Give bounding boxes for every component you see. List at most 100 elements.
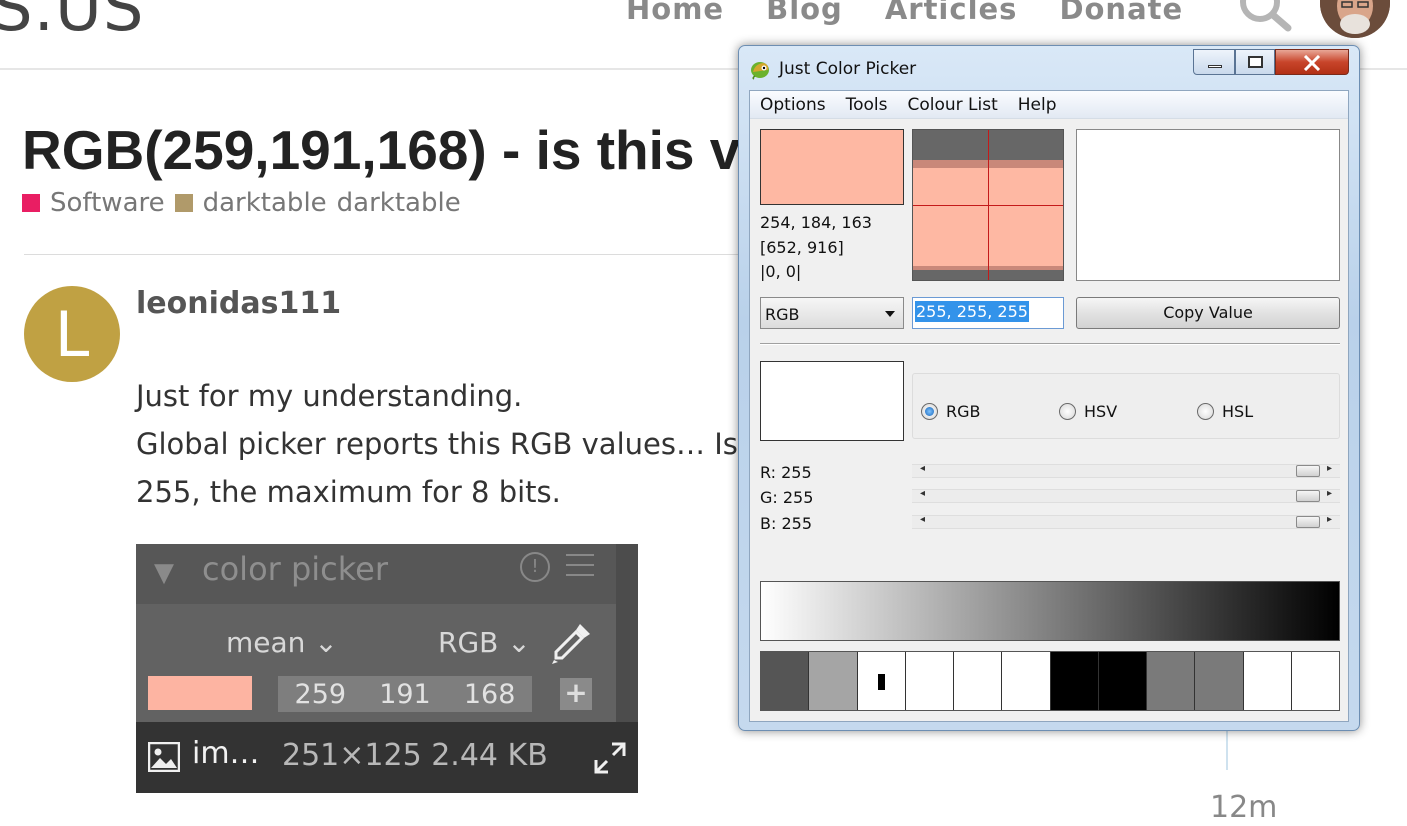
palette-swatch[interactable] [1002,652,1051,710]
color-format-value: RGB [765,305,800,324]
magnifier-view [912,129,1064,281]
large-color-preview [1076,129,1340,281]
chevron-down-icon [885,311,895,317]
chameleon-app-icon [751,62,769,80]
category-software[interactable]: Software [22,188,165,218]
post-line: Just for my understanding. [136,379,523,413]
picked-color-swatch [760,129,904,205]
post-body: Just for my understanding. Global picker… [136,372,738,516]
nav-home[interactable]: Home [626,0,724,26]
dt-value-b: 168 [463,678,516,710]
color-picker-window[interactable]: Just Color Picker Options Tools Colour L… [738,45,1360,731]
menu-options[interactable]: Options [760,95,826,115]
dt-mode: mean ⌄ [226,626,338,659]
category-darktable[interactable]: darktable [174,188,327,218]
category-label: darktable [202,188,327,218]
slider-b[interactable]: ◂ ▸ [912,514,1340,529]
maximize-button[interactable] [1235,49,1275,75]
radio-dot [921,403,938,420]
tag-darktable[interactable]: darktable [337,188,461,218]
post-username[interactable]: leonidas111 [136,286,341,321]
editor-color-preview [760,361,904,441]
category-color-box [22,194,40,212]
slider-thumb[interactable] [1296,516,1320,528]
palette-swatch[interactable] [905,652,954,710]
radio-dot [1059,403,1076,420]
radio-label: RGB [946,402,981,421]
palette-swatch[interactable] [954,652,1003,710]
separator [760,343,1340,345]
palette-swatch[interactable] [1050,652,1099,710]
cursor-position-text: [652, 916] [760,237,844,257]
image-meta: 251×125 2.44 KB [282,738,548,773]
post-divider [24,254,744,255]
radio-dot [1197,403,1214,420]
menu-help[interactable]: Help [1018,95,1057,115]
palette-swatch[interactable] [857,652,906,710]
search-icon[interactable] [1236,0,1292,32]
expand-icon[interactable] [594,742,626,774]
color-value-field[interactable]: 255, 255, 255 [912,297,1064,329]
palette-swatch[interactable] [761,652,810,710]
top-nav: Home Blog Articles Donate [626,0,1183,26]
arrow-left-icon[interactable]: ◂ [920,463,925,474]
arrow-right-icon[interactable]: ▸ [1327,463,1332,474]
slider-b-label: B: 255 [760,514,812,533]
copy-value-button[interactable]: Copy Value [1076,297,1340,329]
user-avatar[interactable] [1320,0,1390,38]
color-value-text: 255, 255, 255 [915,301,1029,322]
dt-color-swatch [148,676,252,710]
post-image[interactable]: ▼ color picker ! mean ⌄ RGB ⌄ 259 191 16… [136,544,638,793]
slider-b-row: B: 255 ◂ ▸ [760,512,1340,533]
slider-g-row: G: 255 ◂ ▸ [760,486,1340,507]
palette-swatch[interactable] [809,652,858,710]
window-client-area: Options Tools Colour List Help 254, 184,… [749,90,1349,722]
image-filename: im… [192,736,260,771]
palette-swatch[interactable] [1195,652,1244,710]
radio-hsl[interactable]: HSL [1197,402,1253,421]
image-lightbox-footer: im… 251×125 2.44 KB [136,722,638,793]
timeline-time: 12m [1210,790,1278,825]
close-icon [1303,55,1321,71]
palette-swatch[interactable] [1147,652,1196,710]
collapse-triangle-icon: ▼ [154,558,174,588]
arrow-left-icon[interactable]: ◂ [920,488,925,499]
slider-r[interactable]: ◂ ▸ [912,463,1340,478]
radio-hsv[interactable]: HSV [1059,402,1117,421]
shade-gradient-bar[interactable] [760,581,1340,641]
site-logo[interactable]: S.US [0,0,144,46]
radio-rgb[interactable]: RGB [921,402,981,421]
nav-articles[interactable]: Articles [885,0,1018,26]
topic-title: RGB(259,191,168) - is this v [22,119,741,181]
palette-swatch[interactable] [1243,652,1292,710]
color-model-group: RGB HSV HSL [912,373,1340,439]
window-title: Just Color Picker [779,59,917,79]
info-icon: ! [520,552,550,582]
menu-tools[interactable]: Tools [846,95,888,115]
slider-thumb[interactable] [1296,465,1320,477]
menu-colour-list[interactable]: Colour List [907,95,997,115]
topic-categories: Software darktable darktable [22,188,461,218]
plus-icon: + [560,678,592,710]
minimize-button[interactable] [1193,49,1235,75]
radio-label: HSL [1222,402,1254,421]
dt-colorspace: RGB ⌄ [438,626,531,659]
category-label: Software [50,188,165,218]
slider-thumb[interactable] [1296,490,1320,502]
dt-value-g: 191 [379,678,431,710]
color-format-select[interactable]: RGB [760,297,904,329]
post-avatar[interactable]: L [24,286,120,382]
arrow-left-icon[interactable]: ◂ [920,514,925,525]
palette-swatch[interactable] [1098,652,1147,710]
picked-rgb-text: 254, 184, 163 [760,213,872,232]
arrow-right-icon[interactable]: ▸ [1327,514,1332,525]
slider-g[interactable]: ◂ ▸ [912,488,1340,503]
nav-blog[interactable]: Blog [766,0,843,26]
arrow-right-icon[interactable]: ▸ [1327,488,1332,499]
dt-panel-body: mean ⌄ RGB ⌄ 259 191 168 + [136,604,616,722]
close-button[interactable] [1275,49,1349,75]
nav-donate[interactable]: Donate [1059,0,1183,26]
tag-label: darktable [336,188,461,218]
offset-text: |0, 0| [760,262,802,281]
palette-swatch[interactable] [1291,652,1339,710]
